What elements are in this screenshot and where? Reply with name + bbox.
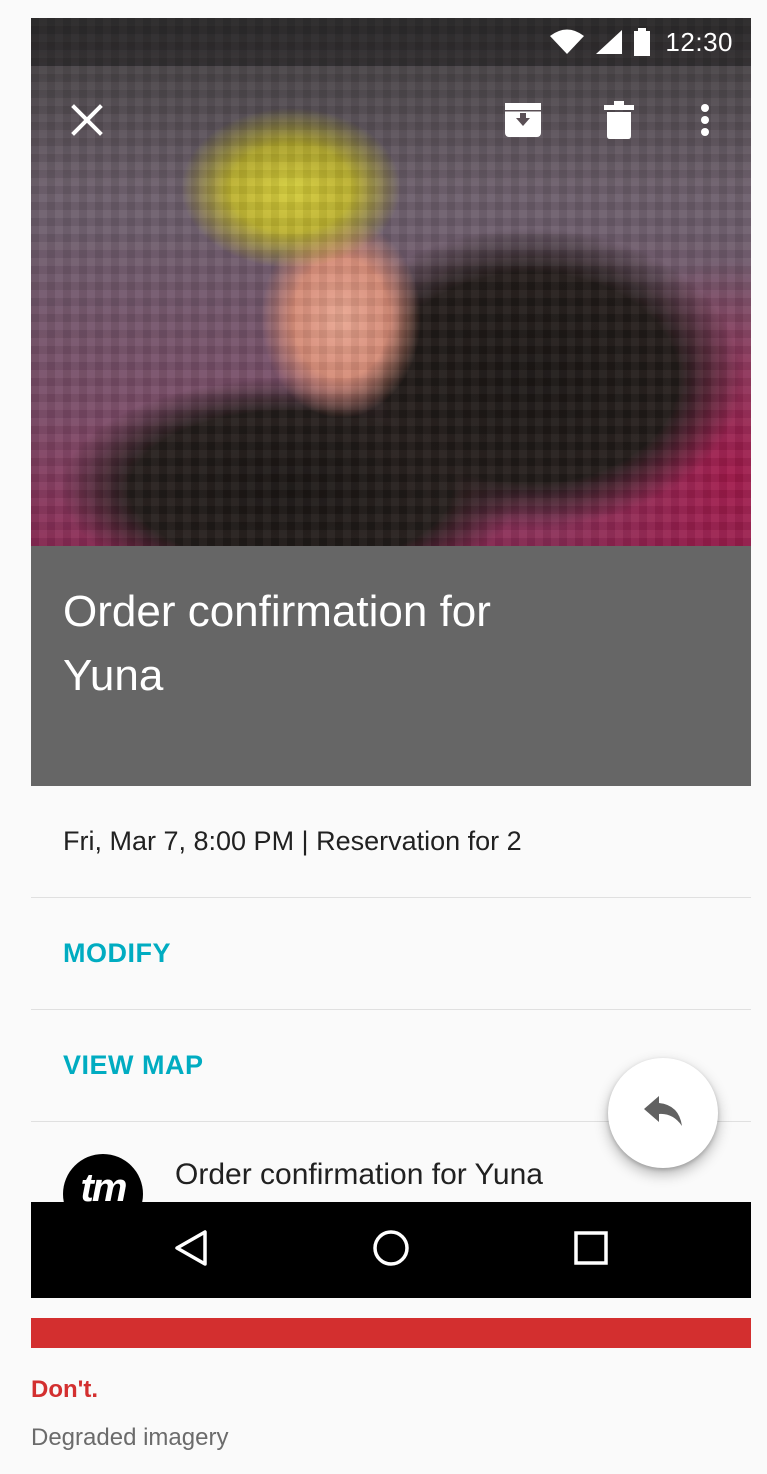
back-icon — [174, 1229, 208, 1272]
app-bar — [31, 66, 751, 178]
email-header: Order confirmation for Yuna — [31, 546, 751, 786]
home-button[interactable] — [367, 1226, 415, 1274]
cell-signal-icon — [595, 29, 623, 55]
dont-indicator-bar — [31, 1318, 751, 1348]
more-options-button[interactable] — [679, 96, 731, 148]
reservation-details: Fri, Mar 7, 8:00 PM | Reservation for 2 — [63, 826, 522, 856]
reservation-row: Fri, Mar 7, 8:00 PM | Reservation for 2 — [31, 786, 751, 898]
sender-subject: Order confirmation for Yuna — [175, 1158, 543, 1191]
archive-icon — [504, 102, 542, 143]
delete-icon — [604, 100, 634, 144]
back-button[interactable] — [167, 1226, 215, 1274]
recents-icon — [574, 1230, 608, 1270]
battery-icon — [633, 28, 651, 56]
navigation-bar — [31, 1202, 751, 1298]
home-icon — [372, 1229, 410, 1272]
guideline-caption: Degraded imagery — [31, 1424, 229, 1451]
more-vert-icon — [700, 103, 710, 142]
close-icon — [71, 103, 103, 141]
guideline-verdict: Don't. — [31, 1376, 99, 1403]
archive-button[interactable] — [497, 96, 549, 148]
modify-row[interactable]: MODIFY — [31, 898, 751, 1010]
recents-button[interactable] — [567, 1226, 615, 1274]
reply-icon — [643, 1094, 683, 1133]
reply-fab[interactable] — [608, 1058, 718, 1168]
close-button[interactable] — [61, 96, 113, 148]
email-title: Order confirmation for Yuna — [63, 587, 491, 700]
modify-button[interactable]: MODIFY — [63, 938, 171, 969]
delete-button[interactable] — [593, 96, 645, 148]
view-map-button[interactable]: VIEW MAP — [63, 1050, 204, 1081]
status-bar: 12:30 — [31, 18, 751, 66]
status-time: 12:30 — [665, 26, 733, 57]
wifi-icon — [549, 29, 585, 55]
phone-screen: 12:30 Order confirmation for Yuna Fri, M… — [31, 18, 751, 1298]
